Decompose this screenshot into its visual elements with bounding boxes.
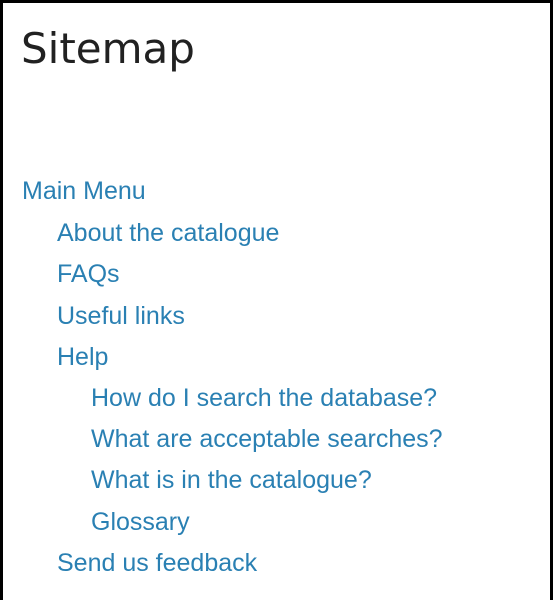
link-faqs[interactable]: FAQs	[57, 259, 120, 289]
link-main-menu[interactable]: Main Menu	[22, 176, 146, 206]
link-send-us-feedback[interactable]: Send us feedback	[57, 548, 257, 578]
page-title: Sitemap	[21, 24, 195, 73]
link-useful-links[interactable]: Useful links	[57, 301, 185, 331]
link-glossary[interactable]: Glossary	[91, 507, 190, 537]
link-acceptable-searches[interactable]: What are acceptable searches?	[91, 424, 443, 454]
sitemap-panel: Sitemap Main Menu About the catalogue FA…	[0, 0, 553, 600]
link-about-the-catalogue[interactable]: About the catalogue	[57, 218, 279, 248]
link-how-do-i-search[interactable]: How do I search the database?	[91, 383, 437, 413]
link-what-is-in-catalogue[interactable]: What is in the catalogue?	[91, 465, 372, 495]
link-help[interactable]: Help	[57, 342, 108, 372]
